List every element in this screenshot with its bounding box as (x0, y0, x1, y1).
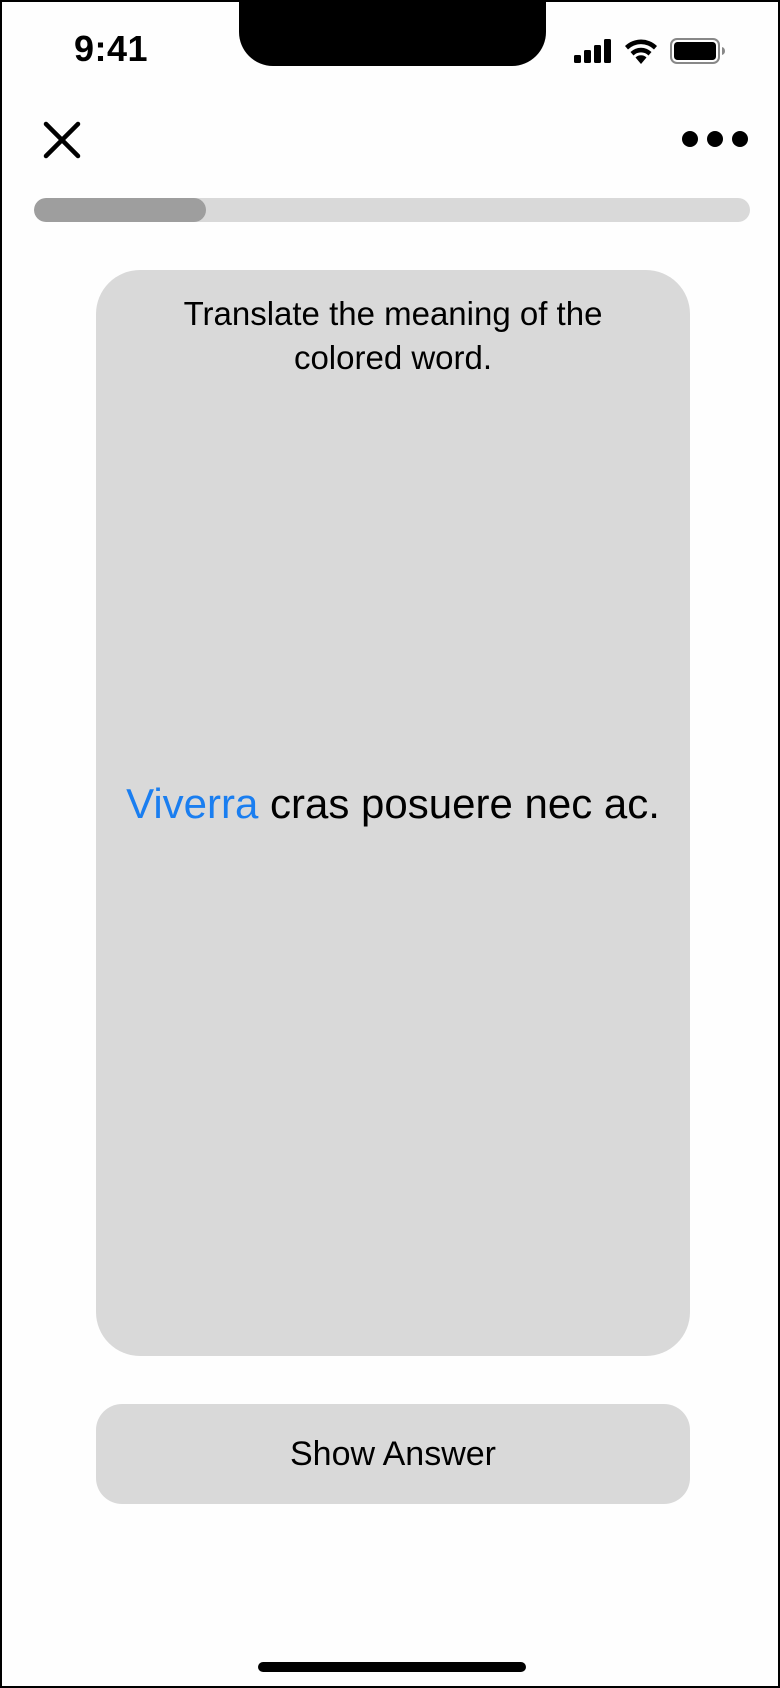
cellular-signal-icon (574, 39, 612, 63)
flashcard: Translate the meaning of the colored wor… (96, 270, 690, 1356)
show-answer-button[interactable]: Show Answer (96, 1404, 690, 1504)
highlighted-word: Viverra (126, 780, 259, 827)
close-icon (43, 121, 81, 159)
device-notch (239, 2, 546, 66)
show-answer-label: Show Answer (290, 1434, 496, 1473)
card-sentence: Viverra cras posuere nec ac. (96, 776, 690, 832)
status-icons (574, 38, 726, 64)
progress-bar (34, 198, 750, 222)
more-icon-dot (682, 131, 698, 147)
progress-bar-fill (34, 198, 206, 222)
more-button[interactable] (682, 124, 748, 154)
close-button[interactable] (40, 118, 84, 162)
more-icon-dot (732, 131, 748, 147)
card-prompt: Translate the meaning of the colored wor… (183, 295, 603, 376)
status-time: 9:41 (74, 28, 149, 69)
more-icon-dot (707, 131, 723, 147)
phone-screen: 9:41 Translate the meaning of the colore… (0, 0, 780, 1688)
battery-icon (670, 38, 726, 64)
wifi-icon (624, 38, 658, 64)
home-indicator[interactable] (258, 1662, 526, 1672)
sentence-rest: cras posuere nec ac. (258, 780, 660, 827)
